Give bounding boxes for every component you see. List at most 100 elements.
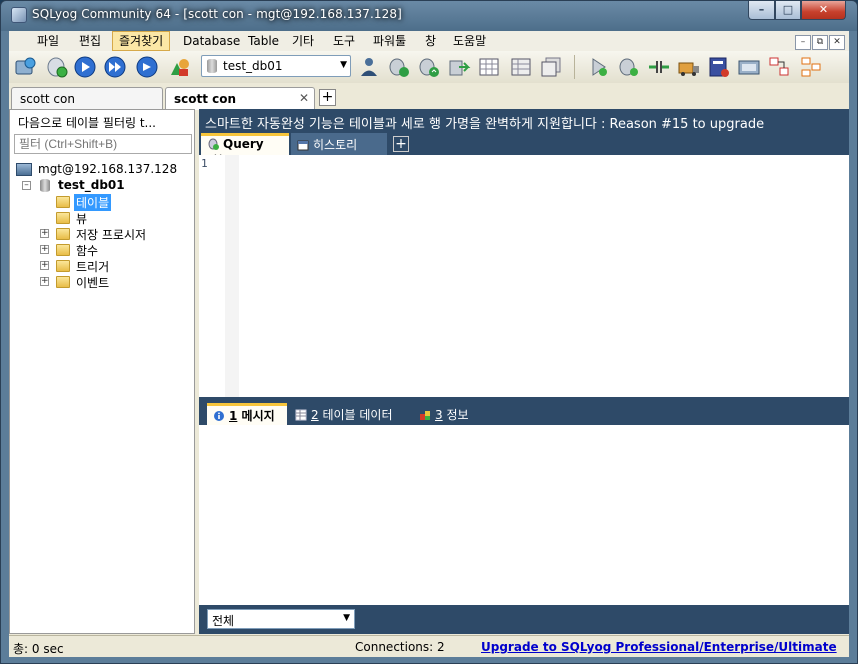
folder-icon: [56, 212, 70, 224]
menu-others[interactable]: 기타: [286, 31, 320, 51]
title-bar[interactable]: SQLyog Community 64 - [scott con - mgt@1…: [1, 1, 857, 31]
tab-table-data-number: 2: [311, 408, 319, 422]
tab-info-label: 정보: [442, 408, 469, 422]
import-database-icon[interactable]: [417, 55, 441, 79]
menu-edit[interactable]: 편집: [73, 31, 107, 51]
info-icon: [214, 411, 224, 421]
menu-database[interactable]: Database: [177, 31, 246, 51]
menu-tools[interactable]: 도구: [327, 31, 361, 51]
upgrade-banner[interactable]: 스마트한 자동완성 기능은 테이블과 세로 행 가명을 완벽하게 지원합니다 :…: [205, 113, 764, 132]
server-icon: [16, 163, 32, 176]
info-blocks-icon: [420, 411, 430, 420]
tree-node-label: 이벤트: [76, 276, 110, 290]
sqlyog-app-icon: [11, 7, 27, 23]
user-manager-icon[interactable]: [357, 55, 381, 79]
compare-icon[interactable]: [647, 55, 671, 79]
tree-node-functions[interactable]: + 함수: [16, 242, 192, 258]
window-title: SQLyog Community 64 - [scott con - mgt@1…: [32, 7, 402, 21]
database-selector[interactable]: test_db01 ▼: [201, 55, 351, 77]
database-selector-value: test_db01: [223, 59, 283, 73]
menu-table[interactable]: Table: [242, 31, 285, 51]
schema-sync-icon[interactable]: [587, 55, 611, 79]
expand-icon[interactable]: +: [40, 245, 49, 254]
table-structure-icon[interactable]: [509, 55, 533, 79]
connection-tab-bar: scott con scott con ✕ +: [9, 85, 849, 110]
new-connection-icon[interactable]: [13, 55, 37, 79]
tree-server-node[interactable]: mgt@192.168.137.128: [16, 162, 192, 178]
query-tab-bar: Query ✕ 히스토리 +: [199, 133, 849, 165]
database-icon: [40, 179, 50, 192]
data-sync-icon[interactable]: [617, 55, 641, 79]
table-icon: [295, 409, 307, 421]
table-grid-icon[interactable]: [477, 55, 501, 79]
new-query-editor-icon[interactable]: [45, 55, 69, 79]
tab-history-label: 히스토리: [313, 138, 358, 152]
tree-node-label: 테이블: [74, 194, 112, 211]
tree-database-node[interactable]: – test_db01: [16, 178, 192, 194]
tree-node-procedures[interactable]: + 저장 프로시저: [16, 226, 192, 242]
connection-tab[interactable]: scott con: [11, 87, 163, 109]
mdi-controls: – ⧉ ✕: [794, 33, 845, 50]
menu-help[interactable]: 도움말: [447, 31, 492, 51]
tab-history[interactable]: 히스토리: [291, 133, 387, 155]
expand-icon[interactable]: +: [40, 261, 49, 270]
line-number-gutter: 1: [199, 155, 239, 397]
main-toolbar: test_db01 ▼: [9, 51, 849, 83]
migration-icon[interactable]: [677, 55, 701, 79]
profiler-icon[interactable]: [737, 55, 761, 79]
connection-tab-label: scott con: [20, 92, 75, 106]
query-icon: [208, 138, 219, 150]
filter-input[interactable]: [14, 134, 192, 154]
tab-messages-label: 메시지: [237, 409, 275, 423]
copy-database-icon[interactable]: [447, 55, 471, 79]
close-icon[interactable]: ✕: [299, 91, 309, 105]
tree-node-tables[interactable]: 테이블: [16, 194, 192, 211]
tree-node-views[interactable]: 뷰: [16, 210, 192, 226]
expand-icon[interactable]: +: [40, 277, 49, 286]
sql-editor[interactable]: 1: [199, 155, 849, 397]
tab-messages[interactable]: 1 메시지: [207, 403, 287, 425]
add-connection-button[interactable]: +: [319, 89, 336, 106]
query-builder-icon[interactable]: [167, 55, 191, 79]
expand-icon[interactable]: +: [40, 229, 49, 238]
menu-window[interactable]: 창: [419, 31, 442, 51]
execute-query-icon[interactable]: [73, 55, 97, 79]
export-database-icon[interactable]: [387, 55, 411, 79]
tree-node-label: 함수: [76, 244, 99, 258]
result-filter-select[interactable]: 전체 ▼: [207, 609, 355, 629]
folder-icon: [56, 244, 70, 256]
execute-edit-icon[interactable]: [135, 55, 159, 79]
client-area: 파일 편집 즐겨찾기 Database Table 기타 도구 파워툴 창 도움…: [9, 31, 849, 657]
maximize-button[interactable]: □: [775, 1, 801, 20]
minimize-button[interactable]: –: [748, 1, 775, 20]
tab-info[interactable]: 3 정보: [413, 403, 483, 425]
mdi-restore-button[interactable]: ⧉: [812, 35, 828, 50]
mdi-minimize-button[interactable]: –: [795, 35, 811, 50]
menu-powertools[interactable]: 파워툴: [367, 31, 412, 51]
result-panel[interactable]: [199, 425, 849, 605]
visual-query-icon[interactable]: [799, 55, 823, 79]
upgrade-link[interactable]: Upgrade to SQLyog Professional/Enterpris…: [481, 640, 837, 654]
line-number: 1: [201, 157, 208, 170]
menu-favorites[interactable]: 즐겨찾기: [112, 31, 171, 51]
menu-bar: 파일 편집 즐겨찾기 Database Table 기타 도구 파워툴 창 도움…: [9, 31, 849, 51]
execute-all-icon[interactable]: [103, 55, 127, 79]
menu-file[interactable]: 파일: [31, 31, 65, 51]
tab-table-data[interactable]: 2 테이블 데이터: [289, 403, 407, 425]
result-filter-value: 전체: [212, 614, 235, 628]
object-browser: 다음으로 테이블 필터링 t... mgt@192.168.137.128 – …: [9, 109, 195, 634]
scheduler-icon[interactable]: [707, 55, 731, 79]
add-query-tab-button[interactable]: +: [393, 136, 409, 152]
tree-node-events[interactable]: + 이벤트: [16, 274, 192, 290]
close-button[interactable]: ✕: [801, 1, 846, 20]
collapse-icon[interactable]: –: [22, 181, 31, 190]
tree-node-triggers[interactable]: + 트리거: [16, 258, 192, 274]
table-copy-icon[interactable]: [539, 55, 563, 79]
mdi-close-button[interactable]: ✕: [829, 35, 845, 50]
execution-time: 총: 0 sec: [13, 642, 64, 656]
app-window: SQLyog Community 64 - [scott con - mgt@1…: [0, 0, 858, 664]
fold-margin: [225, 155, 239, 397]
schema-designer-icon[interactable]: [767, 55, 791, 79]
connection-tab-active[interactable]: scott con ✕: [165, 87, 315, 110]
tab-query[interactable]: Query ✕: [201, 133, 289, 165]
